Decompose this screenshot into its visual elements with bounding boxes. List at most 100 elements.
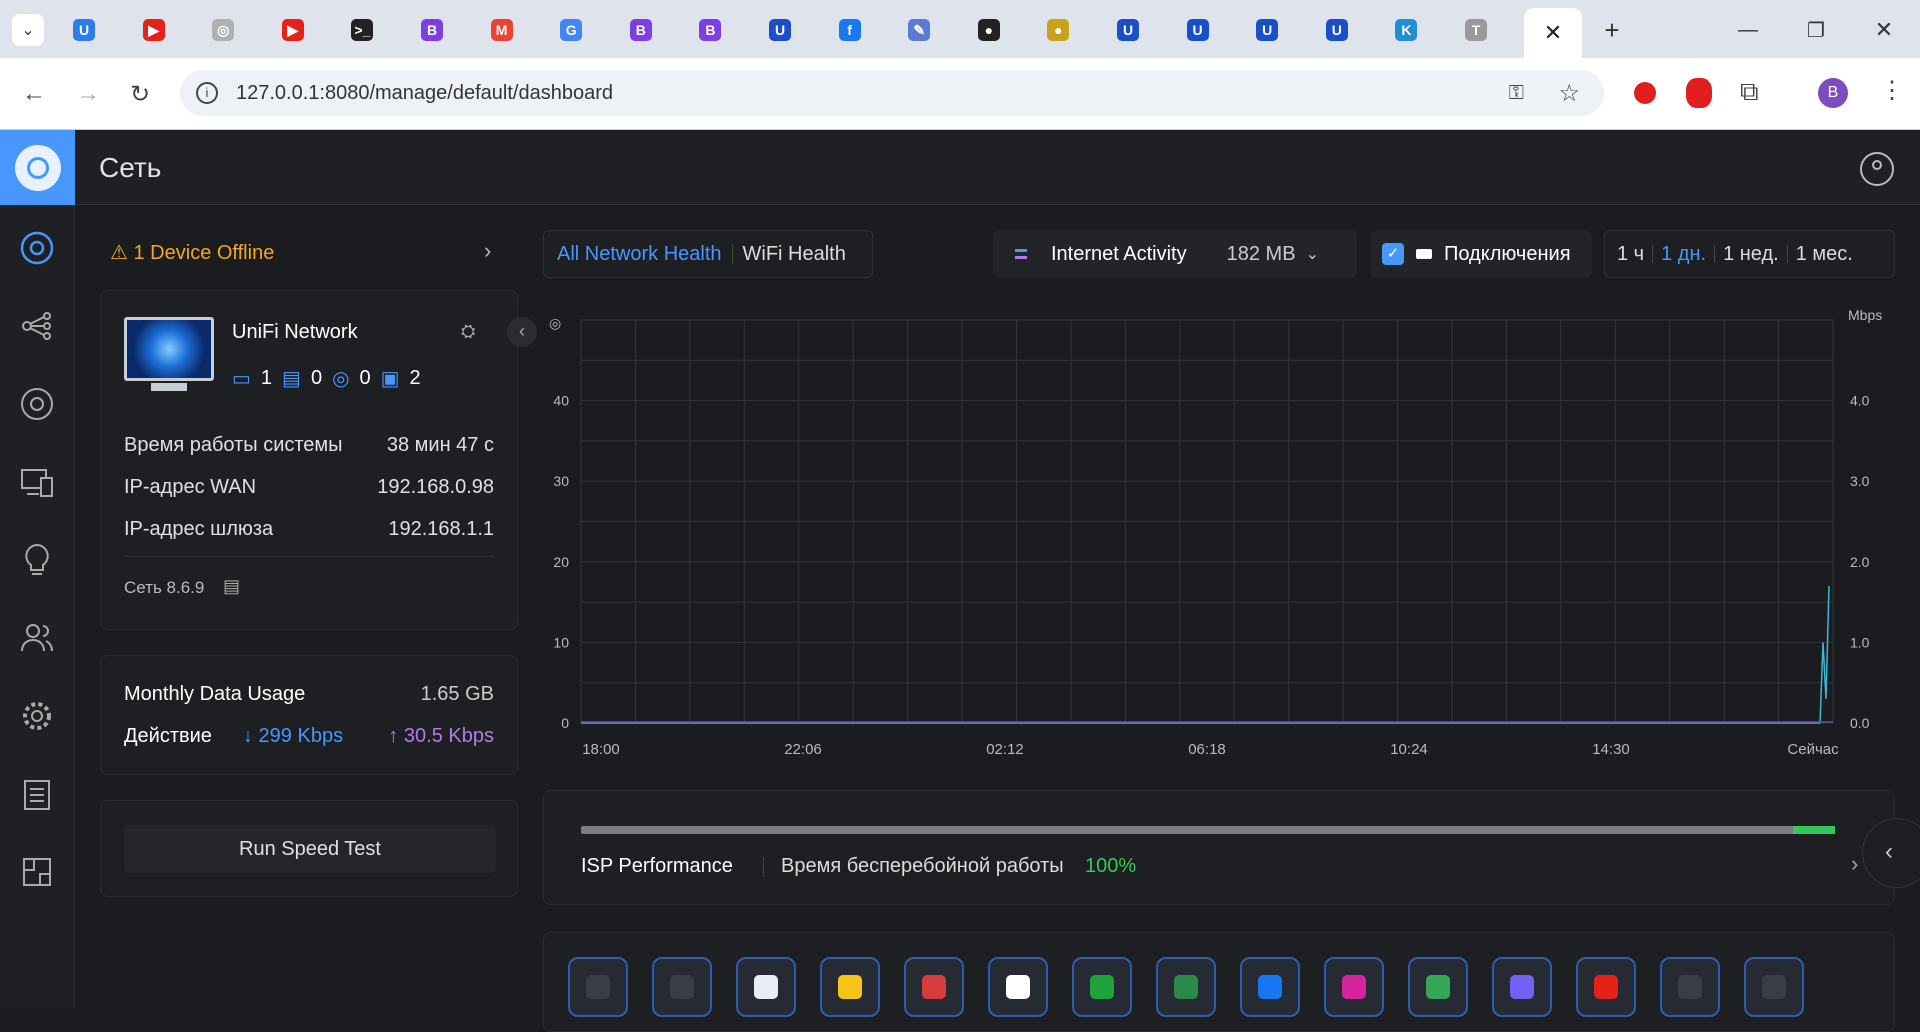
innerspace-icon[interactable] bbox=[19, 854, 55, 890]
range-1m[interactable]: 1 мес. bbox=[1796, 243, 1853, 266]
settings-gear-icon[interactable] bbox=[19, 698, 55, 734]
app-shortcut-icon[interactable] bbox=[736, 957, 796, 1017]
app-shortcut-icon[interactable] bbox=[1492, 957, 1552, 1017]
y-right-tick-label: 2.0 bbox=[1850, 554, 1870, 570]
browser-tab[interactable]: ✎ bbox=[899, 12, 939, 48]
profile-avatar[interactable]: B bbox=[1818, 78, 1848, 108]
browser-tab[interactable]: >_ bbox=[342, 12, 382, 48]
x-tick-label: 10:24 bbox=[1390, 741, 1428, 758]
new-tab-button[interactable]: + bbox=[1592, 12, 1632, 48]
y-left-tick-label: 40 bbox=[553, 393, 569, 409]
extension-record-icon[interactable] bbox=[1634, 82, 1656, 104]
site-info-icon[interactable]: i bbox=[196, 82, 218, 104]
devices-icon[interactable] bbox=[19, 386, 55, 422]
users-icon[interactable] bbox=[19, 620, 55, 656]
app-shortcut-icon[interactable] bbox=[1324, 957, 1384, 1017]
range-1d[interactable]: 1 дн. bbox=[1661, 243, 1706, 266]
user-account-icon[interactable] bbox=[1860, 152, 1894, 186]
y-right-tick-label: 0.0 bbox=[1850, 715, 1870, 731]
run-speed-test-button[interactable]: Run Speed Test bbox=[124, 825, 496, 873]
collapse-chevron-icon[interactable]: ‹ bbox=[507, 317, 537, 347]
app-shortcut-icon[interactable] bbox=[1744, 957, 1804, 1017]
reload-icon[interactable]: ↻ bbox=[130, 80, 150, 109]
app-shortcut-icon[interactable] bbox=[1576, 957, 1636, 1017]
device-offline-alert[interactable]: ⚠ 1 Device Offline bbox=[110, 240, 274, 265]
app-shortcut-icon[interactable] bbox=[568, 957, 628, 1017]
unifi-logo[interactable] bbox=[0, 130, 75, 205]
extension-adblock-icon[interactable] bbox=[1686, 78, 1712, 108]
range-1w[interactable]: 1 нед. bbox=[1723, 243, 1779, 266]
isp-uptime-bar bbox=[581, 826, 1835, 834]
insights-icon[interactable] bbox=[19, 542, 55, 578]
browser-tab[interactable]: U bbox=[1178, 12, 1218, 48]
clients-icon[interactable] bbox=[19, 464, 55, 500]
monthly-usage-label: Monthly Data Usage bbox=[124, 683, 306, 705]
active-tab[interactable]: ✕ bbox=[1524, 8, 1582, 58]
range-1h[interactable]: 1 ч bbox=[1617, 243, 1644, 266]
browser-tab[interactable]: ▶ bbox=[273, 12, 313, 48]
minimize-button[interactable]: — bbox=[1728, 12, 1768, 48]
browser-tab[interactable]: U bbox=[64, 12, 104, 48]
browser-tab[interactable]: M bbox=[482, 12, 522, 48]
tab-favicon-icon: U bbox=[769, 19, 791, 41]
browser-tab[interactable]: K bbox=[1386, 12, 1426, 48]
app-shortcut-icon[interactable] bbox=[1072, 957, 1132, 1017]
logs-icon[interactable] bbox=[19, 776, 55, 812]
gateway-settings-icon[interactable]: ⛭ bbox=[461, 321, 475, 342]
topology-icon[interactable] bbox=[19, 308, 55, 344]
connections-toggle[interactable]: ✓ Подключения bbox=[1370, 230, 1592, 278]
browser-tab[interactable]: f bbox=[830, 12, 870, 48]
app-shortcut-icon[interactable] bbox=[1660, 957, 1720, 1017]
browser-tab[interactable]: ● bbox=[1038, 12, 1078, 48]
close-tab-icon[interactable]: ✕ bbox=[1544, 20, 1562, 46]
browser-tab[interactable]: ▶ bbox=[134, 12, 174, 48]
browser-tab[interactable]: ● bbox=[969, 12, 1009, 48]
tab-favicon-icon: f bbox=[838, 19, 861, 41]
browser-tab[interactable]: B bbox=[621, 12, 661, 48]
bookmark-star-icon[interactable]: ☆ bbox=[1558, 79, 1580, 108]
browser-tab[interactable]: B bbox=[412, 12, 452, 48]
forward-icon[interactable]: → bbox=[76, 80, 100, 108]
isp-chevron-right-icon[interactable]: › bbox=[1851, 851, 1858, 877]
release-notes-icon[interactable]: ▤ bbox=[223, 576, 240, 597]
app-shortcut-icon[interactable] bbox=[652, 957, 712, 1017]
app-glyph-icon bbox=[1258, 975, 1282, 999]
wan-ip-value: 192.168.0.98 bbox=[377, 476, 494, 498]
browser-tab[interactable]: U bbox=[760, 12, 800, 48]
app-shortcut-icon[interactable] bbox=[820, 957, 880, 1017]
app-shortcut-icon[interactable] bbox=[904, 957, 964, 1017]
connections-label: Подключения bbox=[1444, 242, 1571, 265]
browser-tab[interactable]: ◎ bbox=[203, 12, 243, 48]
browser-tab[interactable]: U bbox=[1108, 12, 1148, 48]
tab-wifi-health[interactable]: WiFi Health bbox=[743, 243, 846, 266]
app-shortcut-icon[interactable] bbox=[1156, 957, 1216, 1017]
back-icon[interactable]: ← bbox=[22, 80, 46, 108]
close-window-button[interactable]: ✕ bbox=[1864, 12, 1904, 48]
y-left-tick-label: 30 bbox=[553, 473, 569, 489]
tab-all-network-health[interactable]: All Network Health bbox=[557, 243, 722, 266]
app-shortcut-icon[interactable] bbox=[1408, 957, 1468, 1017]
url-field[interactable]: i 127.0.0.1:8080/manage/default/dashboar… bbox=[180, 70, 1604, 116]
app-shortcut-icon[interactable] bbox=[988, 957, 1048, 1017]
dashboard-icon[interactable] bbox=[19, 230, 55, 266]
browser-tab[interactable]: T bbox=[1456, 12, 1496, 48]
browser-tab[interactable]: U bbox=[1247, 12, 1287, 48]
connections-checkbox[interactable]: ✓ bbox=[1382, 243, 1404, 265]
tab-search-menu[interactable]: ⌄ bbox=[8, 12, 48, 48]
activity-label: Действие bbox=[124, 725, 212, 747]
browser-menu-icon[interactable]: ⋮ bbox=[1880, 76, 1904, 105]
browser-tab[interactable]: B bbox=[690, 12, 730, 48]
app-shortcut-icon[interactable] bbox=[1240, 957, 1300, 1017]
browser-tab[interactable]: G bbox=[551, 12, 591, 48]
tab-favicon-icon: ✎ bbox=[908, 19, 931, 41]
tab-favicon-icon: U bbox=[1186, 19, 1209, 41]
internet-activity-select[interactable]: Internet Activity 182 MB ⌄ bbox=[993, 230, 1357, 278]
browser-tab[interactable]: U bbox=[1317, 12, 1357, 48]
chevron-right-icon[interactable]: › bbox=[484, 238, 491, 264]
extensions-icon[interactable]: ⧉ bbox=[1740, 76, 1759, 108]
restore-button[interactable]: ❐ bbox=[1796, 12, 1836, 48]
device-counts: ▭ 1 ▤ 0 ◎ 0 ▣ 2 bbox=[232, 366, 421, 391]
key-icon[interactable]: ⚿ bbox=[1509, 82, 1524, 105]
health-tab-group: All Network Health WiFi Health bbox=[543, 230, 873, 278]
app-glyph-icon bbox=[1342, 975, 1366, 999]
